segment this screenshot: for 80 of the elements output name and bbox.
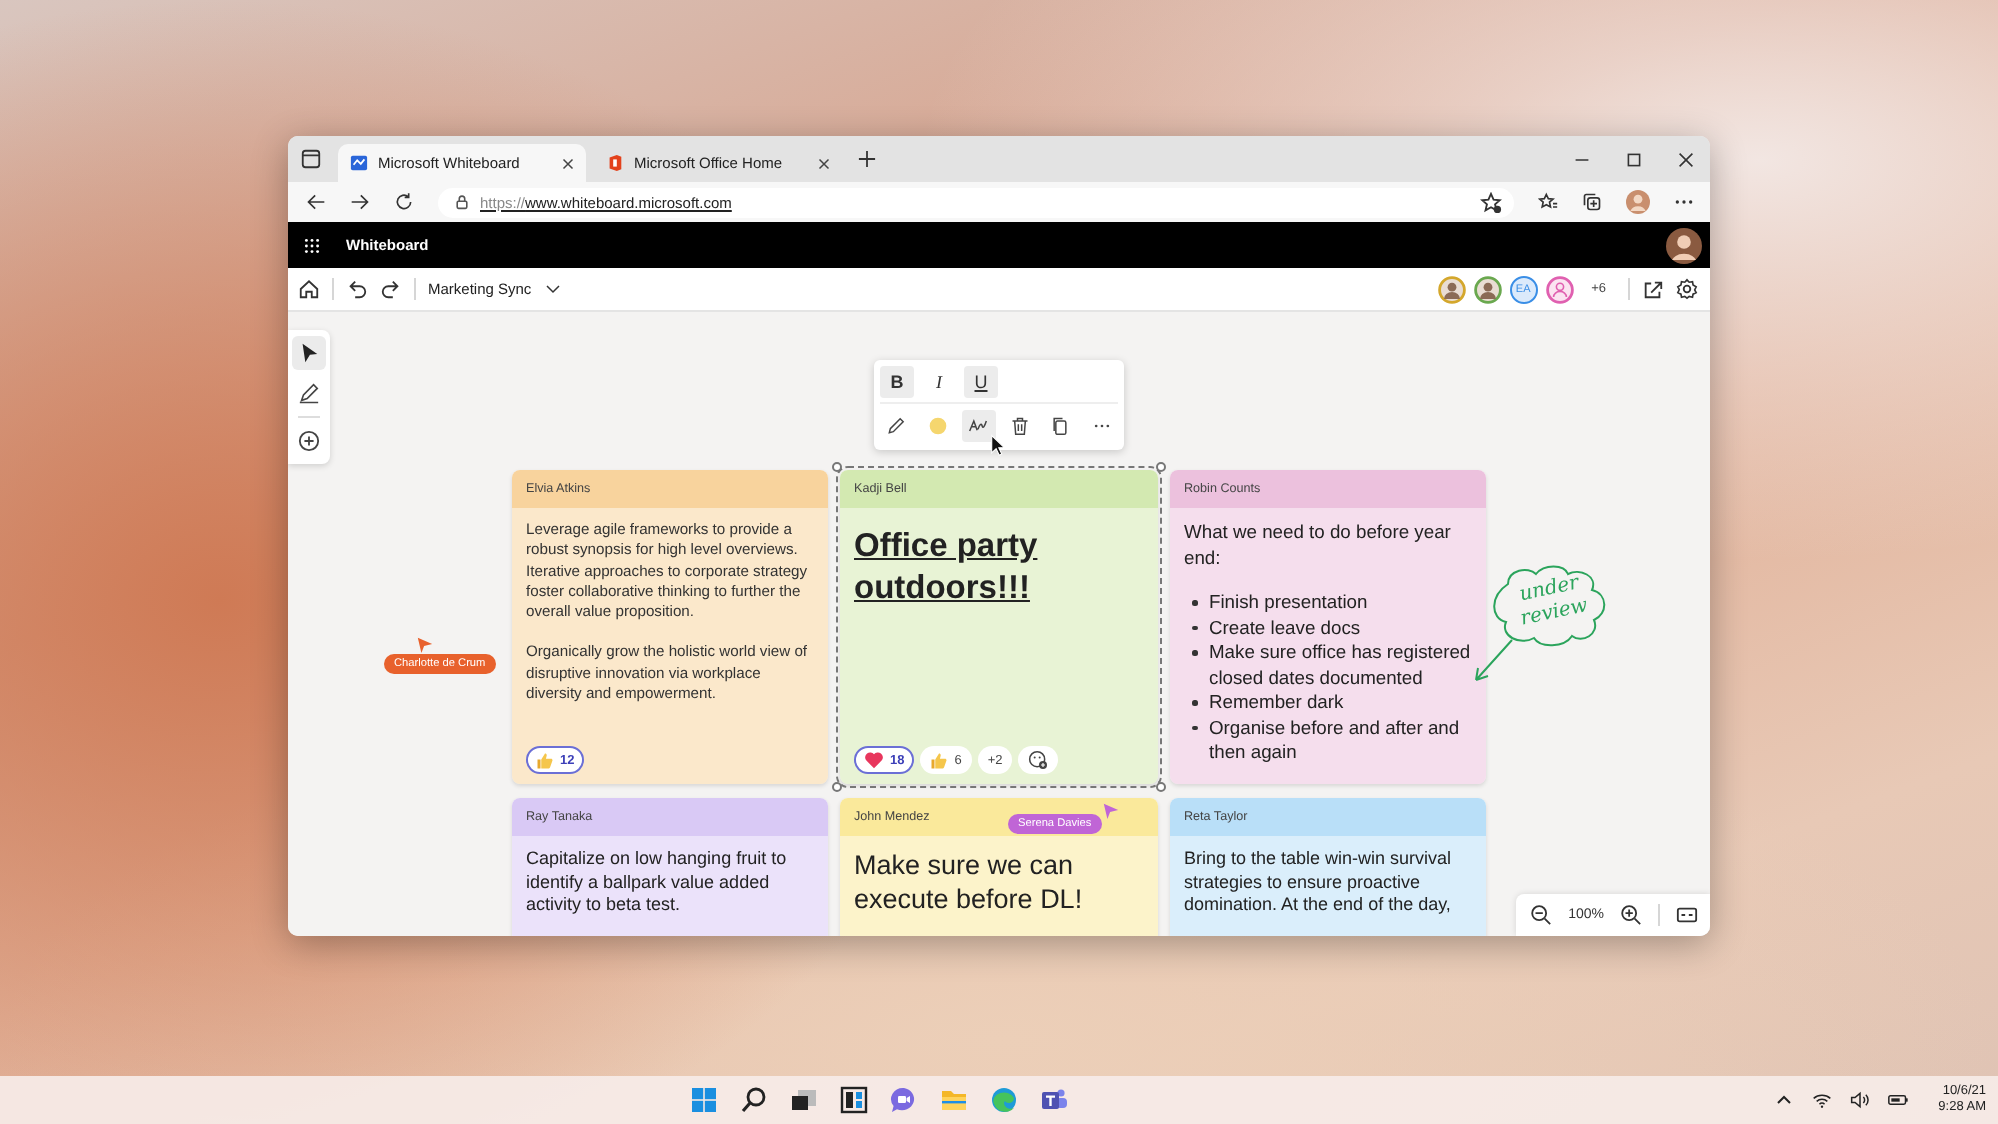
- app-launcher-icon[interactable]: [304, 237, 320, 253]
- new-tab-icon[interactable]: [858, 150, 876, 168]
- profile-avatar-icon[interactable]: [1626, 190, 1650, 214]
- bullet-icon: [1192, 625, 1197, 630]
- forward-icon[interactable]: [350, 192, 370, 212]
- widgets-icon[interactable]: [839, 1086, 868, 1114]
- collections-icon[interactable]: [1582, 192, 1602, 212]
- add-reaction-icon: [1028, 750, 1049, 770]
- resize-handle[interactable]: [832, 782, 842, 792]
- ink-to-text-button[interactable]: [962, 410, 995, 442]
- underline-button[interactable]: U: [964, 366, 998, 398]
- search-icon[interactable]: [739, 1086, 768, 1114]
- handwriting-icon: [968, 416, 989, 436]
- zoom-in-icon[interactable]: [1620, 904, 1642, 926]
- list-item: Finish presentation: [1209, 590, 1368, 615]
- note-text: Capitalize on low hanging fruit to identify a ballpark value added activity to beta test.: [526, 848, 789, 917]
- fit-to-screen-icon[interactable]: [1676, 904, 1698, 926]
- note-text: What we need to do before year end:: [1184, 520, 1453, 570]
- close-tab-icon[interactable]: [818, 157, 830, 169]
- resize-handle[interactable]: [1156, 462, 1166, 472]
- browser-icon[interactable]: [989, 1086, 1018, 1114]
- whiteboard-canvas[interactable]: [288, 312, 1710, 936]
- tab-actions-icon[interactable]: [300, 148, 322, 170]
- sticky-note[interactable]: [512, 470, 828, 784]
- bullet-icon: [1192, 600, 1197, 605]
- redo-icon[interactable]: [380, 278, 402, 300]
- wifi-icon[interactable]: [1812, 1090, 1833, 1110]
- add-reaction-button[interactable]: [1018, 746, 1059, 774]
- note-heading: Office party outdoors!!!: [854, 526, 1040, 610]
- add-icon: [298, 430, 320, 452]
- close-icon[interactable]: [1678, 151, 1694, 167]
- pencil-icon: [886, 416, 907, 436]
- add-favorite-icon[interactable]: [1480, 191, 1502, 213]
- list-item: Create leave docs: [1209, 615, 1361, 640]
- bold-button[interactable]: B: [880, 366, 914, 398]
- pointer-icon: [298, 342, 320, 364]
- favorites-icon[interactable]: [1538, 192, 1558, 212]
- collaborator-avatar[interactable]: [1545, 275, 1574, 303]
- note-text: Make sure we can execute before DL!: [854, 848, 1085, 916]
- battery-icon[interactable]: [1888, 1090, 1909, 1110]
- office-logo-icon: [606, 154, 624, 172]
- list-item: Make sure office has registered closed dates documented: [1209, 640, 1472, 690]
- teams-icon[interactable]: [1039, 1086, 1068, 1114]
- folder-icon[interactable]: [939, 1086, 968, 1114]
- settings-icon[interactable]: [1676, 278, 1698, 300]
- resize-handle[interactable]: [832, 462, 842, 472]
- chevron-down-icon[interactable]: [543, 280, 562, 298]
- list-item: Organise before and after and then again: [1209, 715, 1462, 765]
- whiteboard-logo-icon: [350, 154, 368, 172]
- note-text: Bring to the table win-win survival strategies to ensure proactive domination. At the end of the day,: [1184, 848, 1454, 917]
- heart-icon: [864, 750, 884, 770]
- home-icon[interactable]: [298, 278, 320, 300]
- bullet-icon: [1192, 650, 1197, 655]
- task-view-icon[interactable]: [789, 1086, 818, 1114]
- undo-icon[interactable]: [346, 278, 368, 300]
- thumbs-up-icon: [930, 751, 949, 769]
- bullet-icon: [1192, 700, 1197, 705]
- trash-icon: [1009, 416, 1030, 436]
- back-icon[interactable]: [306, 192, 326, 212]
- chat-icon[interactable]: [889, 1086, 918, 1114]
- bullet-icon: [1192, 725, 1197, 730]
- list-item: Remember dark: [1209, 690, 1344, 715]
- collaborator-avatar[interactable]: [1437, 275, 1466, 303]
- copy-icon: [1050, 416, 1071, 436]
- user-avatar-icon[interactable]: [1666, 227, 1702, 263]
- maximize-icon[interactable]: [1626, 151, 1642, 167]
- refresh-icon[interactable]: [394, 192, 414, 212]
- thumbs-up-icon: [536, 751, 554, 769]
- start-icon[interactable]: [689, 1086, 718, 1114]
- zoom-out-icon[interactable]: [1530, 904, 1553, 926]
- volume-icon[interactable]: [1850, 1090, 1871, 1110]
- close-tab-icon[interactable]: [562, 157, 574, 169]
- select-tool[interactable]: [292, 336, 326, 370]
- pen-icon: [298, 382, 320, 404]
- share-icon[interactable]: [1642, 278, 1664, 300]
- resize-handle[interactable]: [1156, 782, 1166, 792]
- collaborator-avatar[interactable]: [1473, 275, 1502, 303]
- lock-icon: [454, 194, 470, 210]
- mouse-pointer-icon: [990, 434, 1006, 456]
- italic-button[interactable]: I: [922, 366, 956, 398]
